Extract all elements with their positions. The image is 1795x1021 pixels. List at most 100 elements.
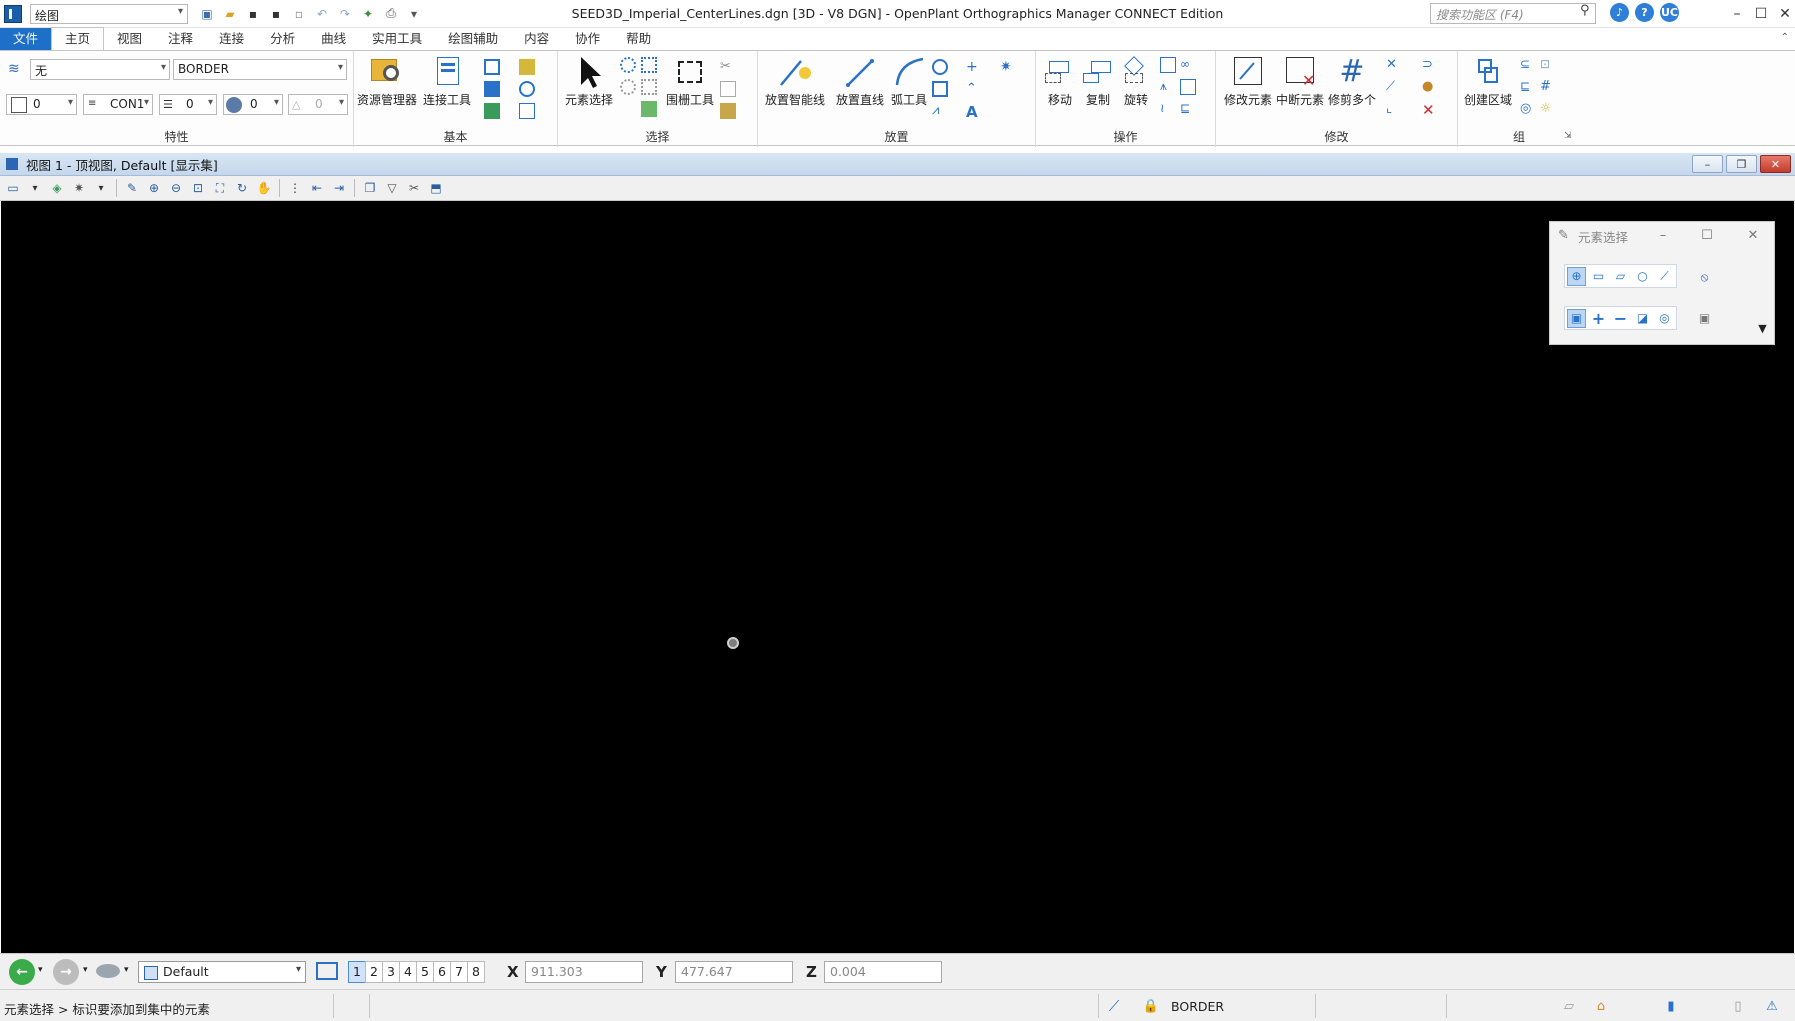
select-all-icon[interactable] <box>620 57 636 73</box>
paste-icon[interactable] <box>720 103 736 119</box>
new-mode-icon[interactable]: ▣ <box>1567 308 1586 328</box>
fillet-icon[interactable]: ⌞ <box>1386 101 1402 117</box>
text-icon[interactable]: A <box>966 103 982 121</box>
block-method-icon[interactable]: ▭ <box>1589 267 1608 286</box>
view-button-4[interactable]: 4 <box>399 961 417 983</box>
y-coord-input[interactable]: 477.647 <box>675 961 793 983</box>
select-by-attributes-icon[interactable] <box>641 57 657 73</box>
clear-selection-icon[interactable]: ⦸ <box>1695 268 1714 287</box>
modify-element-button[interactable]: 修改元素 <box>1222 55 1274 108</box>
place-line-button[interactable]: 放置直线 <box>830 55 890 108</box>
tab-collaborate[interactable]: 协作 <box>562 28 613 50</box>
pan-view-icon[interactable]: ✋ <box>255 179 273 197</box>
print-icon[interactable]: ⎙ <box>382 5 400 23</box>
file-status-icon[interactable]: ▮ <box>1663 998 1679 1014</box>
intersect-icon[interactable]: ✕ <box>1386 57 1402 73</box>
dropdown-icon[interactable]: ▾ <box>26 179 44 197</box>
palette-maximize-icon[interactable]: ☐ <box>1697 226 1717 244</box>
workflow-combo[interactable]: 绘图 <box>30 3 188 24</box>
help-icon[interactable]: ? <box>1635 3 1654 22</box>
level-manager-icon[interactable]: ≋ <box>8 61 24 77</box>
view-groups-icon[interactable] <box>316 962 338 980</box>
level-display-icon[interactable] <box>484 59 500 75</box>
customize-qa-icon[interactable]: ▾ <box>405 5 423 23</box>
level-manager-button-icon[interactable] <box>519 59 535 75</box>
notification-bell-icon[interactable]: ♪ <box>1610 3 1629 22</box>
minimize-icon[interactable]: – <box>1725 0 1749 28</box>
tab-drawing-aids[interactable]: 绘图辅助 <box>435 28 511 50</box>
accudraw-icon[interactable]: ⟋ <box>1106 997 1122 1015</box>
tab-help[interactable]: 帮助 <box>613 28 664 50</box>
view-icon[interactable] <box>6 158 18 170</box>
move-to-contact-icon[interactable]: ⊑ <box>1180 101 1196 117</box>
invert-mode-icon[interactable]: ◪ <box>1633 309 1652 328</box>
clip-volume-icon[interactable]: ▽ <box>383 179 401 197</box>
tab-content[interactable]: 内容 <box>511 28 562 50</box>
design-history-icon[interactable]: ▱ <box>1561 998 1577 1014</box>
lock-icon[interactable]: 🔒 <box>1143 998 1159 1014</box>
tab-view[interactable]: 视图 <box>104 28 155 50</box>
lighting-icon[interactable]: ✷ <box>70 179 88 197</box>
target-icon[interactable]: ◎ <box>1520 101 1536 117</box>
walk-icon[interactable]: ⋮ <box>286 179 304 197</box>
view-attributes-icon[interactable]: ▭ <box>4 179 22 197</box>
lightbulb-icon[interactable]: ☼ <box>1540 101 1556 117</box>
dropdown-icon[interactable]: ▾ <box>92 179 110 197</box>
cell-icon[interactable]: ⌃ <box>966 81 982 97</box>
invert-selection-icon[interactable] <box>641 79 657 95</box>
change-attributes-icon[interactable]: ● <box>1422 79 1438 95</box>
move-button[interactable]: 移动 <box>1040 55 1080 108</box>
copy-clipboard-icon[interactable] <box>720 81 736 97</box>
explorer-button[interactable]: 资源管理器 <box>356 55 418 108</box>
close-icon[interactable]: ✕ <box>1773 0 1795 28</box>
ribbon-search-input[interactable]: 搜索功能区 (F4) <box>1430 3 1596 24</box>
chamfer-icon[interactable]: ⊃ <box>1422 57 1438 73</box>
arc-tools-button[interactable]: 弧工具 <box>884 55 934 108</box>
dialog-launcher-icon[interactable]: ⇲ <box>1564 131 1580 147</box>
point-icon[interactable]: + <box>966 59 982 75</box>
document-icon[interactable]: ▯ <box>1730 998 1746 1014</box>
align-icon[interactable] <box>1180 79 1196 95</box>
z-coord-input[interactable]: 0.004 <box>824 961 942 983</box>
fence-tools-button[interactable]: 围栅工具 <box>658 55 722 108</box>
line-method-icon[interactable]: ⟋ <box>1655 267 1674 286</box>
update-view-icon[interactable]: ✎ <box>123 179 141 197</box>
connection-status-icon[interactable]: ⚠ <box>1764 998 1780 1014</box>
model-icon[interactable] <box>96 964 120 978</box>
tab-utilities[interactable]: 实用工具 <box>359 28 435 50</box>
level-combo[interactable]: 无 <box>30 59 170 80</box>
element-selection-button[interactable]: 元素选择 <box>558 55 620 108</box>
view-group-combo[interactable]: Default <box>138 961 306 983</box>
multiline-icon[interactable]: ⩘ <box>932 103 948 119</box>
key-in-icon[interactable] <box>519 81 535 97</box>
palette-close-icon[interactable]: ✕ <box>1743 226 1763 244</box>
view-button-7[interactable]: 7 <box>450 961 468 983</box>
trim-multiple-button[interactable]: # 修剪多个 <box>1326 55 1378 108</box>
view-button-3[interactable]: 3 <box>382 961 400 983</box>
view-next-icon[interactable]: ⇥ <box>330 179 348 197</box>
shape-method-icon[interactable]: ▱ <box>1611 267 1630 286</box>
tab-home[interactable]: 主页 <box>51 27 105 50</box>
tasks-icon[interactable] <box>519 103 535 119</box>
circle-icon[interactable] <box>932 59 948 75</box>
rectangle-icon[interactable] <box>932 81 948 97</box>
dropdown-icon[interactable]: ▾ <box>124 965 129 975</box>
delete-icon[interactable]: ✕ <box>1422 101 1438 119</box>
app-icon[interactable] <box>4 4 22 23</box>
rotate-view-icon[interactable]: ↻ <box>233 179 251 197</box>
dropdown-icon[interactable]: ▾ <box>83 965 88 975</box>
view-button-1[interactable]: 1 <box>348 961 366 983</box>
light-icon[interactable]: ✷ <box>1000 59 1016 75</box>
circle-method-icon[interactable]: ○ <box>1633 267 1652 286</box>
workspace-icon[interactable]: ▣ <box>198 5 216 23</box>
tab-annotate[interactable]: 注释 <box>155 28 206 50</box>
rotate-button[interactable]: 旋转 <box>1116 55 1156 108</box>
expand-palette-icon[interactable]: ▼ <box>1753 319 1772 338</box>
select-all-mode-icon[interactable]: ◎ <box>1655 309 1674 328</box>
dropdown-icon[interactable]: ▾ <box>38 965 43 975</box>
mirror-icon[interactable]: ⩚ <box>1160 79 1176 95</box>
view-canvas[interactable] <box>1 201 1794 953</box>
named-group-icon[interactable]: ⊑ <box>1520 79 1536 95</box>
break-element-button[interactable]: ✕ 中断元素 <box>1274 55 1326 108</box>
palette-minimize-icon[interactable]: – <box>1653 226 1673 244</box>
